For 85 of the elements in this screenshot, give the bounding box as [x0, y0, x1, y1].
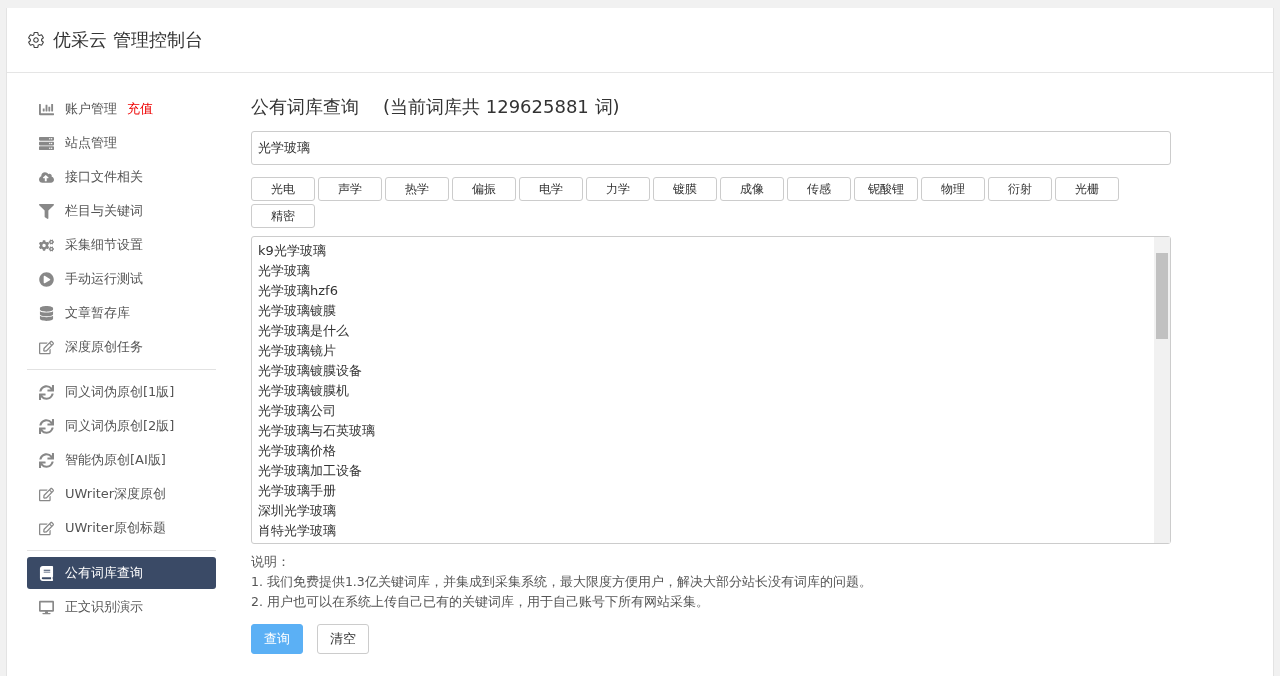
refresh-icon — [38, 418, 54, 434]
sidebar-label: 深度原创任务 — [65, 338, 143, 356]
sidebar-item[interactable]: UWriter深度原创 — [27, 478, 216, 510]
keyword-tag[interactable]: 传感 — [787, 177, 851, 201]
sidebar-item[interactable]: 账户管理 充值 — [27, 93, 216, 125]
keyword-tag[interactable]: 物理 — [921, 177, 985, 201]
settings-icon — [27, 31, 45, 49]
page-title: 公有词库查询 — [251, 95, 359, 119]
note-line: 2. 用户也可以在系统上传自己已有的关键词库，用于自己账号下所有网站采集。 — [251, 593, 710, 611]
keyword-tag[interactable]: 力学 — [586, 177, 650, 201]
sidebar-item[interactable]: 接口文件相关 — [27, 161, 216, 193]
sidebar-label: 智能伪原创[AI版] — [65, 451, 166, 469]
sidebar-label: 栏目与关键词 — [65, 202, 143, 220]
keyword-tag[interactable]: 电学 — [519, 177, 583, 201]
result-row[interactable]: 深圳光学玻璃 — [258, 501, 1148, 521]
sidebar-item[interactable]: 深度原创任务 — [27, 331, 216, 363]
sidebar-label: UWriter原创标题 — [65, 519, 167, 537]
sidebar-label: 接口文件相关 — [65, 168, 143, 186]
database-icon — [38, 305, 54, 321]
word-count: (当前词库共 129625881 词) — [383, 95, 620, 119]
filter-icon — [38, 203, 54, 219]
sidebar-label: 同义词伪原创[1版] — [65, 383, 175, 401]
result-row[interactable]: 光学玻璃镀膜设备 — [258, 361, 1148, 381]
result-row[interactable]: 光学玻璃 — [258, 261, 1148, 281]
sidebar-item[interactable]: 栏目与关键词 — [27, 195, 216, 227]
result-row[interactable]: k9光学玻璃 — [258, 241, 1148, 261]
sidebar-item[interactable]: 公有词库查询 — [27, 557, 216, 589]
sidebar-label: 站点管理 — [65, 134, 117, 152]
gears-icon — [38, 237, 54, 253]
sidebar-label: 文章暂存库 — [65, 304, 130, 322]
console-title: 优采云 管理控制台 — [53, 28, 203, 52]
server-icon — [38, 135, 54, 151]
sidebar-item[interactable]: 正文识别演示 — [27, 591, 216, 623]
sidebar-item[interactable]: 同义词伪原创[2版] — [27, 410, 216, 442]
sidebar-label: 采集细节设置 — [65, 236, 143, 254]
edit-icon — [38, 520, 54, 536]
play-icon — [38, 271, 54, 287]
search-field[interactable]: 光学玻璃 — [251, 131, 1171, 165]
sidebar-item[interactable]: 站点管理 — [27, 127, 216, 159]
result-row[interactable]: 肖特光学玻璃 — [258, 521, 1148, 541]
result-row[interactable]: 光学玻璃hzf6 — [258, 281, 1148, 301]
keyword-tag[interactable]: 精密 — [251, 204, 315, 228]
keyword-tag[interactable]: 偏振 — [452, 177, 516, 201]
recharge-link[interactable]: 充值 — [127, 100, 153, 118]
notes-title: 说明： — [251, 553, 291, 571]
keyword-tag[interactable]: 铌酸锂 — [854, 177, 918, 201]
edit-icon — [38, 486, 54, 502]
sidebar-label: 公有词库查询 — [65, 564, 143, 582]
edit-icon — [38, 339, 54, 355]
result-row[interactable]: 光学玻璃镜片 — [258, 341, 1148, 361]
keyword-tag[interactable]: 成像 — [720, 177, 784, 201]
scrollbar[interactable] — [1154, 237, 1170, 543]
bar-chart-icon — [38, 101, 54, 117]
sidebar-item[interactable]: 同义词伪原创[1版] — [27, 376, 216, 408]
cloud-upload-icon — [38, 169, 54, 185]
result-row[interactable]: 光学玻璃镀膜 — [258, 301, 1148, 321]
result-row[interactable]: 光学玻璃是什么 — [258, 321, 1148, 341]
keyword-tag[interactable]: 光栅 — [1055, 177, 1119, 201]
result-row[interactable]: 光学玻璃价格 — [258, 441, 1148, 461]
sidebar-item[interactable]: 智能伪原创[AI版] — [27, 444, 216, 476]
sidebar-item[interactable]: 采集细节设置 — [27, 229, 216, 261]
keyword-tag[interactable]: 声学 — [318, 177, 382, 201]
result-row[interactable]: 光学玻璃手册 — [258, 481, 1148, 501]
note-line: 1. 我们免费提供1.3亿关键词库，并集成到采集系统，最大限度方便用户，解决大部分站长没有词库的问题。 — [251, 573, 873, 591]
result-row[interactable]: 光学玻璃镀膜机 — [258, 381, 1148, 401]
sidebar-item[interactable]: 文章暂存库 — [27, 297, 216, 329]
sidebar-item[interactable]: 手动运行测试 — [27, 263, 216, 295]
clear-button[interactable]: 清空 — [317, 624, 369, 654]
result-row[interactable]: 光学玻璃与石英玻璃 — [258, 421, 1148, 441]
keyword-tag[interactable]: 热学 — [385, 177, 449, 201]
sidebar-label: 账户管理 — [65, 100, 117, 118]
book-icon — [38, 565, 54, 581]
sidebar-item[interactable]: UWriter原创标题 — [27, 512, 216, 544]
result-row[interactable]: 光学玻璃加工设备 — [258, 461, 1148, 481]
keyword-tag[interactable]: 镀膜 — [653, 177, 717, 201]
keyword-tag[interactable]: 衍射 — [988, 177, 1052, 201]
sidebar-label: 手动运行测试 — [65, 270, 143, 288]
refresh-icon — [38, 384, 54, 400]
monitor-icon — [38, 599, 54, 615]
refresh-icon — [38, 452, 54, 468]
sidebar-label: UWriter深度原创 — [65, 485, 167, 503]
sidebar-label: 正文识别演示 — [65, 598, 143, 616]
sidebar-label: 同义词伪原创[2版] — [65, 417, 175, 435]
result-row[interactable]: 光学玻璃公司 — [258, 401, 1148, 421]
keyword-tag[interactable]: 光电 — [251, 177, 315, 201]
